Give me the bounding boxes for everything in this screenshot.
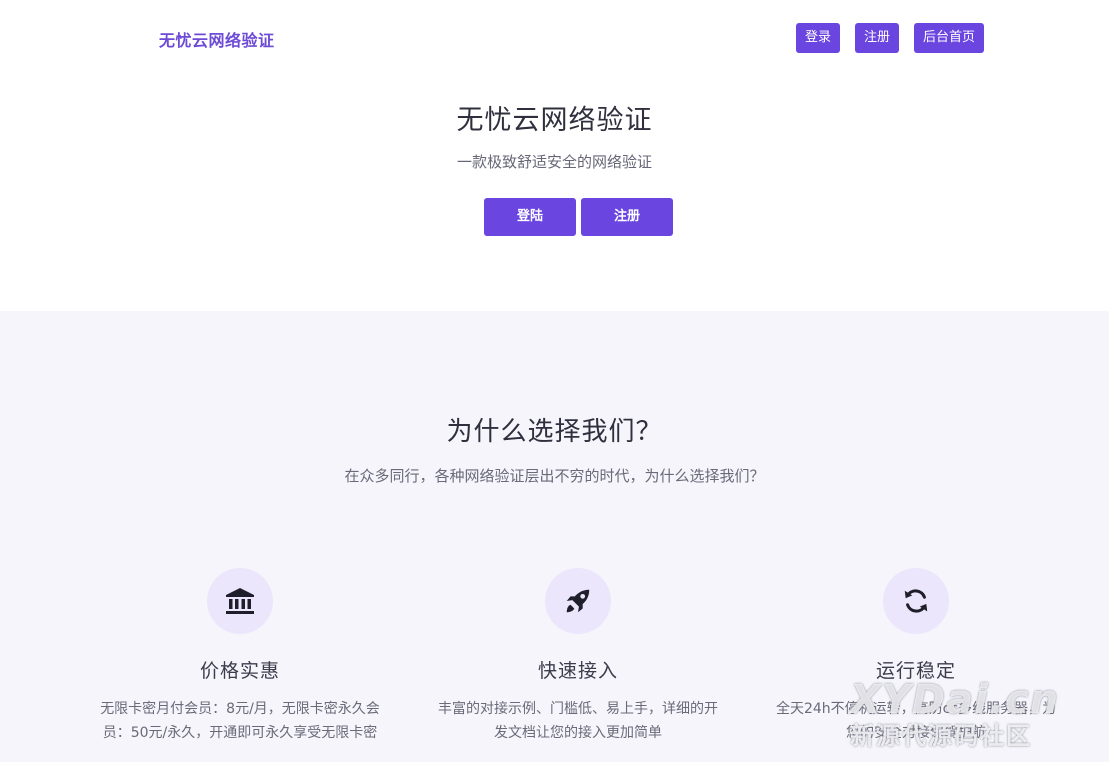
brand-logo-text[interactable]: 无忧云网络验证 [159,27,275,51]
hero-register-button[interactable]: 注册 [581,198,673,236]
feature-card-fast: 快速接入 丰富的对接示例、门槛低、易上手，详细的开发文档让您的接入更加简单 [428,568,728,745]
feature-icon-circle [883,568,949,634]
refresh-icon [904,589,928,613]
section-title: 为什么选择我们？ [446,417,663,447]
rocket-icon [566,589,590,613]
feature-description: 全天24h不停机运转，高防cc多线服务器，为您的安全对接保驾护航 [775,701,1057,741]
feature-card-price: 价格实惠 无限卡密月付会员：8元/月，无限卡密永久会员：50元/永久，开通即可永… [90,568,390,745]
feature-title: 快速接入 [537,660,618,682]
feature-icon-circle [545,568,611,634]
feature-icon-circle [207,568,273,634]
hero-subtitle: 一款极致舒适安全的网络验证 [456,153,652,171]
feature-description: 丰富的对接示例、门槛低、易上手，详细的开发文档让您的接入更加简单 [438,701,718,741]
hero-login-button[interactable]: 登陆 [484,198,576,236]
bank-icon [226,588,254,614]
nav-admin-home-button[interactable]: 后台首页 [914,23,984,53]
section-subtitle: 在众多同行，各种网络验证层出不穷的时代，为什么选择我们？ [344,467,765,485]
top-navbar: 无忧云网络验证 登录 注册 后台首页 [0,0,1109,76]
hero-section: 无忧云网络验证 一款极致舒适安全的网络验证 登陆 注册 [0,76,1109,311]
nav-login-button[interactable]: 登录 [796,23,840,53]
feature-description: 无限卡密月付会员：8元/月，无限卡密永久会员：50元/永久，开通即可永久享受无限… [100,701,380,741]
hero-title: 无忧云网络验证 [456,105,653,136]
nav-register-button[interactable]: 注册 [855,23,899,53]
why-choose-us-section: 为什么选择我们？ 在众多同行，各种网络验证层出不穷的时代，为什么选择我们？ 价格… [0,311,1109,762]
feature-title: 运行稳定 [875,660,956,682]
feature-card-stable: 运行稳定 全天24h不停机运转，高防cc多线服务器，为您的安全对接保驾护航 [766,568,1066,745]
feature-title: 价格实惠 [199,660,280,682]
